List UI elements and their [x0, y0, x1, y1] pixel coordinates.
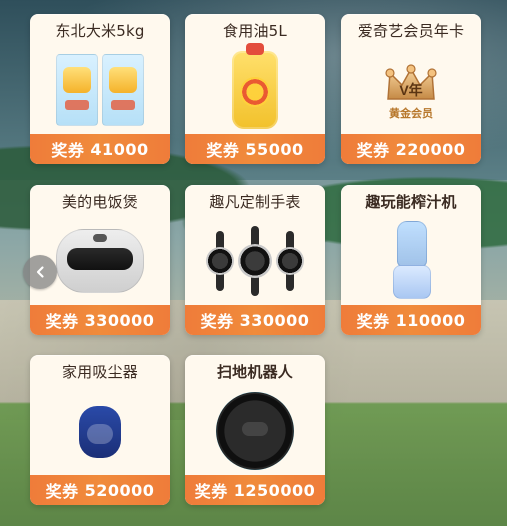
- watches-icon: [206, 226, 304, 296]
- reward-image: [195, 217, 315, 305]
- rewards-grid: 东北大米5kg 奖券 41000 食用油5L 奖券 55000 爱奇艺会员年卡: [0, 0, 507, 526]
- vacuum-icon: [65, 396, 135, 466]
- watch-graphic: [276, 231, 304, 291]
- rice-cooker-icon: [56, 229, 144, 293]
- reward-price[interactable]: 奖券 110000: [341, 305, 481, 335]
- rice-bag-graphic: [102, 54, 144, 126]
- price-label: 奖券: [206, 141, 240, 160]
- price-value: 330000: [84, 310, 155, 330]
- reward-image: [351, 217, 471, 305]
- reward-title: 趣凡定制手表: [209, 193, 301, 211]
- reward-card-cooking-oil[interactable]: 食用油5L 奖券 55000: [185, 14, 325, 164]
- crown-icon: V年: [382, 59, 440, 103]
- reward-title: 东北大米5kg: [55, 22, 145, 40]
- price-label: 奖券: [356, 141, 390, 160]
- blender-icon: [383, 221, 439, 301]
- reward-card-rice[interactable]: 东北大米5kg 奖券 41000: [30, 14, 170, 164]
- reward-image: [40, 217, 160, 305]
- reward-price[interactable]: 奖券 220000: [341, 134, 481, 164]
- reward-image: [195, 43, 315, 134]
- price-label: 奖券: [45, 482, 79, 501]
- price-value: 55000: [245, 139, 304, 159]
- vip-badge-text: V年: [399, 82, 422, 98]
- price-value: 220000: [395, 139, 466, 159]
- watch-graphic: [238, 226, 272, 296]
- chevron-left-icon: [33, 265, 47, 279]
- reward-image: [40, 46, 160, 134]
- reward-price[interactable]: 奖券 55000: [185, 134, 325, 164]
- price-value: 520000: [84, 480, 155, 500]
- reward-title: 食用油5L: [223, 22, 287, 40]
- reward-image: [40, 387, 160, 475]
- reward-image: V年 黄金会员: [351, 46, 471, 134]
- price-value: 1250000: [233, 480, 316, 500]
- reward-price[interactable]: 奖券 41000: [30, 134, 170, 164]
- reward-card-vacuum[interactable]: 家用吸尘器 奖券 520000: [30, 355, 170, 505]
- rice-bags-icon: [56, 54, 144, 126]
- reward-price[interactable]: 奖券 330000: [185, 305, 325, 335]
- price-value: 41000: [90, 139, 149, 159]
- reward-card-iqiyi-vip[interactable]: 爱奇艺会员年卡 V年 黄金会员 奖券 220000: [341, 14, 481, 164]
- reward-card-blender[interactable]: 趣玩能榨汁机 奖券 110000: [341, 185, 481, 335]
- price-value: 330000: [239, 310, 310, 330]
- reward-title: 爱奇艺会员年卡: [357, 22, 465, 40]
- reward-price[interactable]: 奖券 330000: [30, 305, 170, 335]
- reward-image: [195, 387, 315, 475]
- rice-bag-graphic: [56, 54, 98, 126]
- reward-title: 美的电饭煲: [61, 193, 138, 211]
- reward-price[interactable]: 奖券 1250000: [185, 475, 325, 505]
- robot-vacuum-icon: [216, 392, 294, 470]
- watch-graphic: [206, 231, 234, 291]
- prev-button[interactable]: [23, 255, 57, 289]
- reward-card-watch[interactable]: 趣凡定制手表 奖券 330000: [185, 185, 325, 335]
- reward-title: 家用吸尘器: [61, 363, 138, 381]
- reward-title: 趣玩能榨汁机: [365, 193, 457, 211]
- vip-crown-icon: V年 黄金会员: [372, 56, 450, 124]
- cooking-oil-icon: [232, 43, 278, 129]
- reward-price[interactable]: 奖券 520000: [30, 475, 170, 505]
- price-label: 奖券: [200, 312, 234, 331]
- reward-title: 扫地机器人: [216, 363, 293, 381]
- price-label: 奖券: [51, 141, 85, 160]
- price-label: 奖券: [45, 312, 79, 331]
- price-label: 奖券: [356, 312, 390, 331]
- vip-badge-subtext: 黄金会员: [389, 107, 433, 120]
- reward-card-robot-vacuum[interactable]: 扫地机器人 奖券 1250000: [185, 355, 325, 505]
- price-value: 110000: [395, 310, 466, 330]
- price-label: 奖券: [194, 482, 228, 501]
